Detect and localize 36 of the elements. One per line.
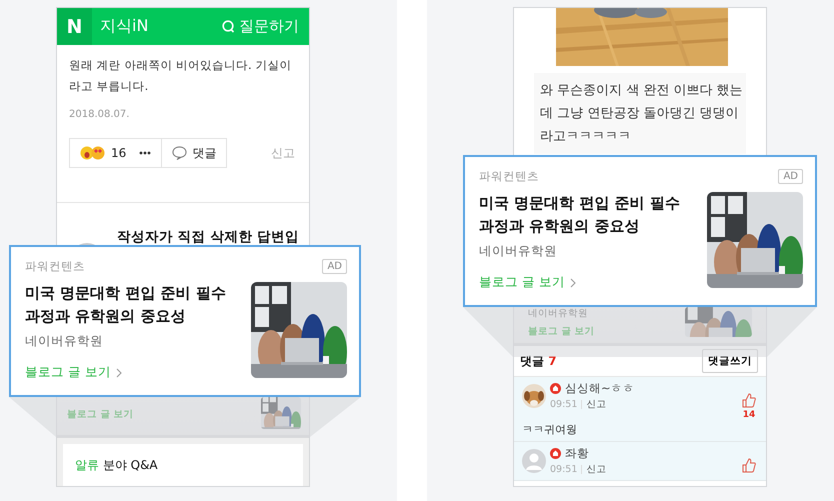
ad-label: 파워컨텐츠: [25, 259, 86, 274]
chevron-icon: [116, 368, 122, 378]
ad-title[interactable]: 미국 명문대학 편입 준비 필수 과정과 유학원의 중요성: [25, 282, 226, 328]
app-title: 지식iN: [100, 16, 150, 37]
ad-label: 파워컨텐츠: [479, 169, 540, 184]
like-count: 14: [742, 410, 756, 420]
badge-icon: [550, 383, 561, 394]
comment-author[interactable]: 좌황: [565, 446, 589, 461]
answer-date: 2018.08.07.: [69, 109, 130, 120]
emoji-icon: [80, 146, 106, 160]
comment-text: ㅋㅋ귀여웡: [522, 422, 578, 437]
report-link[interactable]: 신고: [586, 463, 606, 476]
deleted-answer-title: 작성자가 직접 삭제한 답변입: [117, 228, 300, 246]
chevron-icon: [570, 278, 576, 288]
comment-time: 09:51: [550, 464, 578, 475]
ad-source: 네이버유학원: [528, 307, 589, 320]
ad-badge: AD: [322, 259, 347, 274]
thumbs-up-icon[interactable]: [742, 458, 756, 473]
ad-source: 네이버유학원: [25, 333, 104, 350]
badge-icon: [550, 448, 561, 459]
answer-text: 원래 계란 아래쪽이 비어있습니다. 기실이 라고 부릅니다.: [69, 57, 292, 95]
speech-bubble-icon: [172, 146, 188, 160]
section-title: 알류 분야 Q&A: [75, 456, 158, 474]
report-link[interactable]: 신고: [586, 398, 606, 411]
more-icon[interactable]: [139, 151, 152, 155]
avatar-icon: [522, 449, 546, 473]
thumbs-up-icon[interactable]: [742, 393, 756, 408]
comment-author[interactable]: 심싱해~ㅎㅎ: [565, 381, 635, 396]
comments-title: 댓글 7: [520, 352, 557, 370]
comment-time: 09:51: [550, 399, 578, 410]
ad-badge: AD: [778, 169, 803, 184]
ad-source: 네이버유학원: [479, 243, 558, 260]
post-text: 와 무슨종이지 색 완전 이쁘다 했는 데 그냥 연탄공장 돌아댕긴 댕댕이 라고ㅋㅋㅋㅋㅋ: [540, 82, 740, 146]
ad-title[interactable]: 미국 명문대학 편입 준비 필수 과정과 유학원의 중요성: [479, 192, 680, 238]
search-icon: [222, 20, 235, 33]
write-comment-button[interactable]: 댓글쓰기: [702, 349, 758, 373]
